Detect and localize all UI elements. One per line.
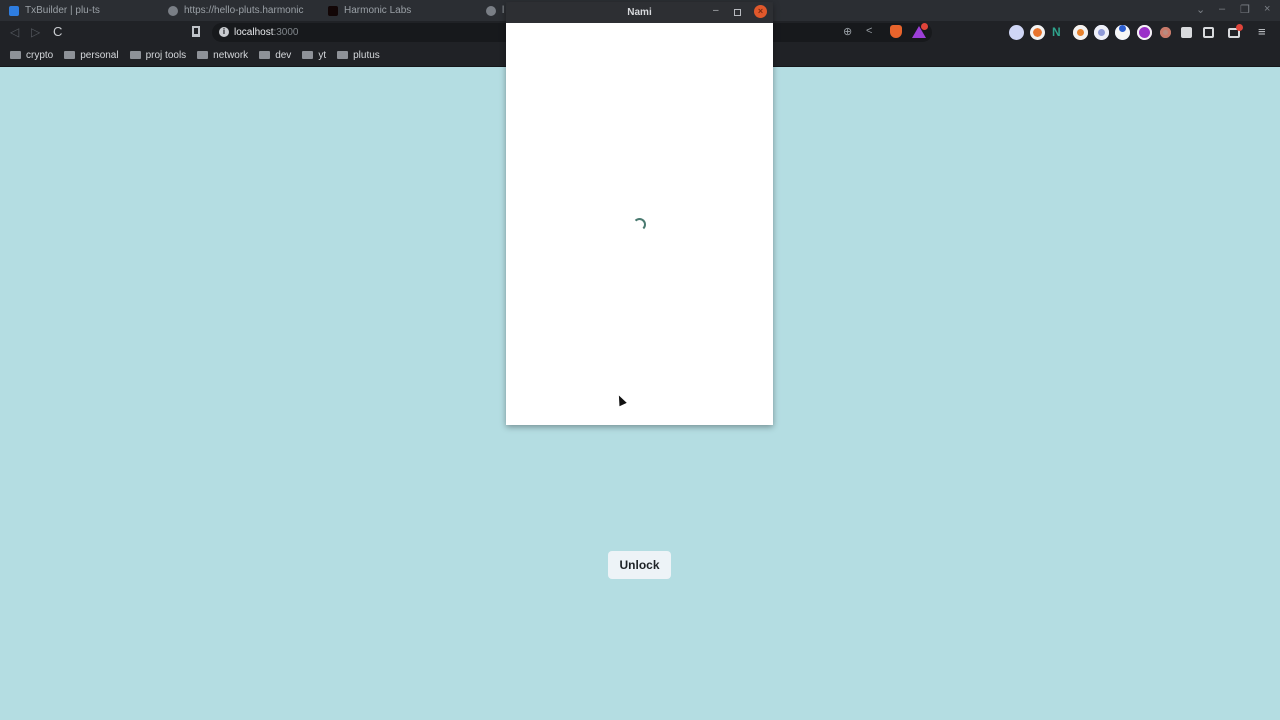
- extension-2-icon[interactable]: [1030, 25, 1045, 40]
- url-port: :3000: [273, 27, 299, 38]
- popup-title: Nami: [627, 7, 652, 18]
- app-favicon-icon: [9, 5, 19, 16]
- tab-label: Harmonic Labs: [344, 5, 412, 16]
- folder-icon: [259, 51, 271, 59]
- extension-1-icon[interactable]: [1009, 25, 1024, 40]
- popup-title-bar[interactable]: Nami – ×: [506, 2, 773, 23]
- loading-spinner-icon: [633, 218, 646, 231]
- bookmark-proj-tools[interactable]: proj tools: [129, 49, 187, 61]
- address-url: localhost:3000: [234, 27, 299, 38]
- bookmark-crypto[interactable]: crypto: [10, 50, 53, 61]
- maximize-window-icon[interactable]: ❐: [1240, 3, 1250, 16]
- popup-minimize-icon[interactable]: –: [713, 5, 719, 16]
- bookmark-dev[interactable]: dev: [259, 50, 291, 61]
- bookmark-yt[interactable]: yt: [302, 50, 326, 61]
- bookmark-plutus[interactable]: plutus: [337, 50, 380, 61]
- folder-icon: [129, 51, 141, 59]
- bookmark-label: crypto: [26, 49, 54, 61]
- site-info-icon[interactable]: i: [219, 27, 229, 37]
- extensions-puzzle-icon[interactable]: [1181, 27, 1192, 38]
- metamask-icon[interactable]: [1073, 25, 1088, 40]
- forward-icon[interactable]: ▷: [31, 25, 40, 39]
- folder-icon: [10, 51, 21, 59]
- tab-other[interactable]: l: [486, 0, 506, 21]
- nami-popup-window: Nami – ×: [506, 2, 773, 425]
- tab-hello-pluts[interactable]: https://hello-pluts.harmonic: [168, 0, 316, 21]
- tab-txbuilder[interactable]: TxBuilder | plu-ts: [9, 0, 159, 21]
- bookmark-icon[interactable]: [192, 26, 200, 37]
- extension-6-icon[interactable]: [1115, 25, 1130, 40]
- extension-8-icon[interactable]: [1160, 27, 1171, 38]
- menu-icon[interactable]: ≡: [1258, 24, 1266, 39]
- minimize-window-icon[interactable]: –: [1219, 3, 1225, 15]
- bookmark-label: network: [213, 49, 249, 61]
- extension-3-icon[interactable]: N: [1052, 25, 1067, 40]
- back-icon[interactable]: ◁: [10, 25, 19, 39]
- tab-label: https://hello-pluts.harmonic: [184, 5, 304, 16]
- unlock-button[interactable]: Unlock: [608, 551, 671, 579]
- share-icon[interactable]: <: [866, 25, 872, 37]
- brave-shields-icon[interactable]: [890, 25, 902, 38]
- globe-icon: [486, 5, 496, 16]
- bookmark-label: personal: [80, 49, 119, 61]
- bookmark-personal[interactable]: personal: [64, 49, 119, 61]
- url-host: localhost: [234, 27, 274, 38]
- globe-icon: [168, 5, 178, 16]
- bookmark-network[interactable]: network: [197, 50, 248, 61]
- zoom-icon[interactable]: ⊕: [843, 25, 852, 38]
- popup-content: [506, 23, 773, 425]
- popup-close-icon[interactable]: ×: [754, 5, 767, 18]
- tab-label: l: [502, 5, 505, 16]
- harmonic-favicon-icon: [328, 5, 338, 16]
- folder-icon: [197, 51, 209, 59]
- notification-badge: [1236, 24, 1243, 31]
- bookmark-label: dev: [275, 49, 292, 61]
- reload-icon[interactable]: C: [53, 24, 62, 39]
- close-window-icon[interactable]: ×: [1264, 3, 1270, 15]
- bookmark-label: plutus: [353, 49, 380, 61]
- folder-icon: [64, 51, 76, 59]
- tab-search-chevron-icon[interactable]: ⌄: [1196, 3, 1205, 16]
- folder-icon: [302, 51, 314, 59]
- sidebar-toggle-icon[interactable]: [1203, 27, 1214, 38]
- bookmark-label: yt: [318, 49, 327, 61]
- tab-label: TxBuilder | plu-ts: [25, 5, 100, 16]
- folder-icon: [337, 51, 349, 59]
- extension-5-icon[interactable]: [1094, 25, 1109, 40]
- extension-7-icon[interactable]: [1137, 25, 1152, 40]
- notification-badge: [921, 23, 928, 30]
- tab-harmonic-labs[interactable]: Harmonic Labs: [328, 0, 478, 21]
- popup-maximize-icon[interactable]: [734, 9, 741, 16]
- bookmark-label: proj tools: [145, 49, 187, 61]
